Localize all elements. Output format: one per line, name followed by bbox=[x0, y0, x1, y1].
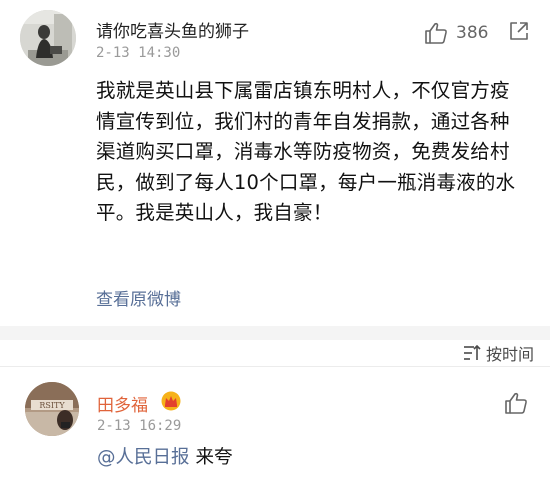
username[interactable]: 田多福 bbox=[97, 391, 148, 416]
username[interactable]: 请你吃喜头鱼的狮子 bbox=[96, 17, 249, 42]
thumbs-up-icon bbox=[425, 22, 447, 44]
sort-toggle[interactable]: 按时间 bbox=[462, 341, 534, 365]
section-divider bbox=[0, 326, 550, 340]
timestamp: 2-13 16:29 bbox=[97, 418, 182, 434]
comment-text: 我就是英山县下属雷店镇东明村人，不仅官方疫情宣传到位，我们村的青年自发捐款，通过… bbox=[96, 79, 516, 224]
sort-label: 按时间 bbox=[485, 345, 534, 364]
avatar-image bbox=[20, 10, 76, 66]
crown-icon bbox=[160, 391, 182, 411]
avatar[interactable]: RSITY bbox=[25, 382, 79, 436]
share-icon bbox=[510, 22, 528, 40]
sort-icon bbox=[463, 344, 481, 360]
share-button[interactable] bbox=[508, 20, 530, 46]
svg-text:RSITY: RSITY bbox=[39, 401, 65, 410]
mention-link[interactable]: @人民日报 bbox=[97, 447, 190, 468]
view-original-link[interactable]: 查看原微博 bbox=[96, 285, 181, 310]
reply-body: 来夸 bbox=[195, 447, 233, 468]
sort-bar: 按时间 bbox=[0, 340, 550, 367]
like-count: 386 bbox=[456, 23, 489, 43]
like-button[interactable] bbox=[504, 392, 528, 414]
timestamp: 2-13 14:30 bbox=[96, 45, 181, 61]
like-button[interactable]: 386 bbox=[424, 22, 488, 44]
comment-card: RSITY 田多福 2-13 16:29 @人民日报 来夸 bbox=[0, 367, 550, 477]
avatar-image: RSITY bbox=[25, 382, 79, 436]
reply-text: @人民日报 来夸 bbox=[97, 443, 233, 469]
comment-card: 请你吃喜头鱼的狮子 2-13 14:30 386 我就是英山县下属雷店镇东明村人… bbox=[0, 0, 550, 326]
thumbs-up-icon bbox=[505, 392, 527, 414]
avatar[interactable] bbox=[20, 10, 76, 66]
